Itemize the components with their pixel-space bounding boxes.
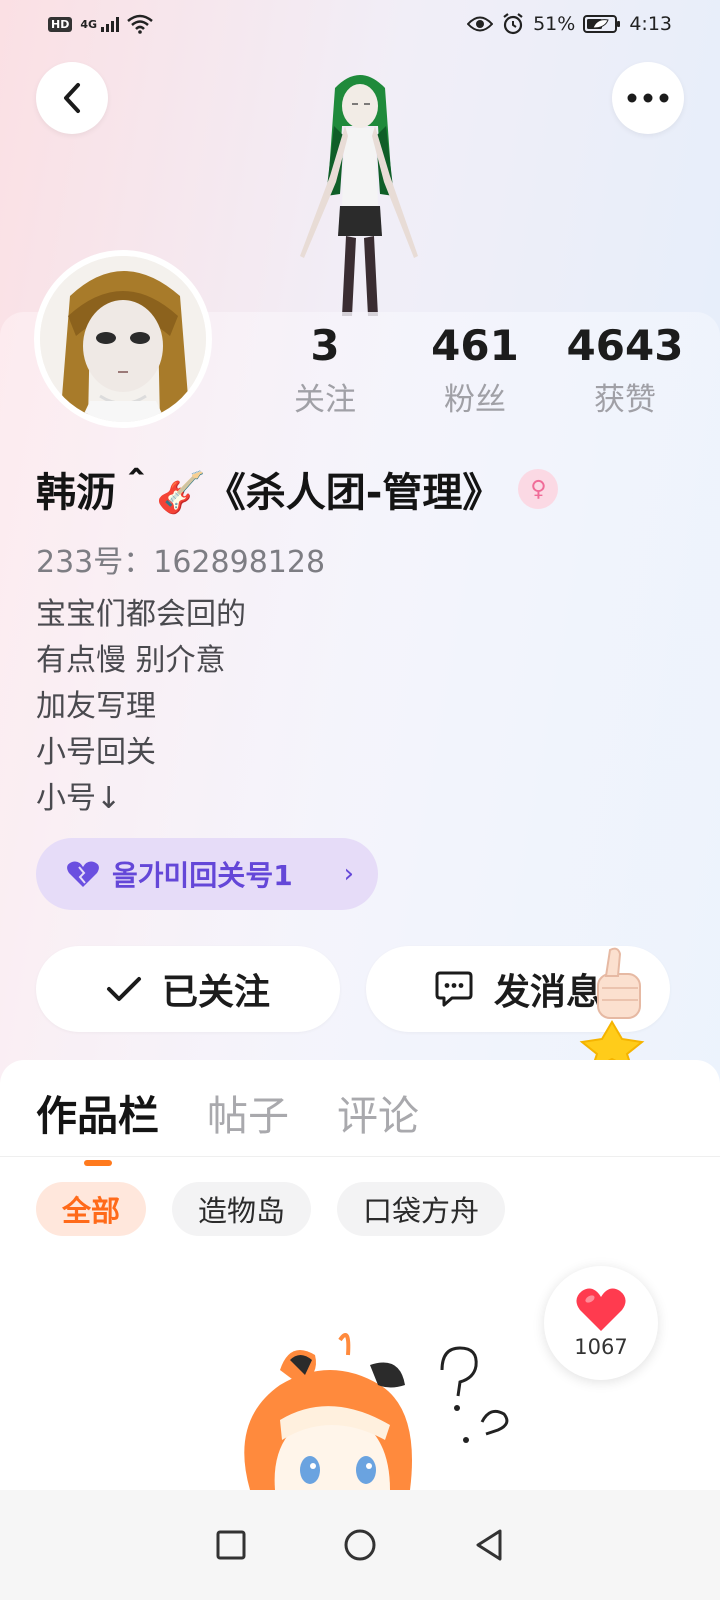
- bio-line: 小号回关: [36, 735, 156, 770]
- user-id[interactable]: 233号：162898128: [36, 537, 325, 581]
- signal-icon: [101, 16, 120, 32]
- following-button-label: 已关注: [161, 972, 270, 1013]
- more-dots-icon: [627, 93, 669, 103]
- tab-comments[interactable]: 评论: [337, 1082, 419, 1142]
- back-triangle-icon[interactable]: [473, 1528, 505, 1562]
- tab-label: 作品栏: [36, 1092, 159, 1140]
- bio-line: 小号↓: [36, 781, 122, 816]
- eye-icon: [467, 16, 494, 32]
- empty-state-character-image: [244, 1333, 509, 1490]
- stat-value: 3: [310, 321, 340, 370]
- stat-value: 4643: [566, 321, 684, 370]
- filter-all[interactable]: 全部: [36, 1182, 147, 1236]
- tab-posts[interactable]: 帖子: [207, 1082, 289, 1142]
- filter-creation-island[interactable]: 造物岛: [172, 1182, 312, 1236]
- female-gender-icon: ♀: [518, 469, 559, 509]
- clock-time: 4:13: [629, 13, 672, 35]
- stat-label: 关注: [294, 382, 356, 418]
- filter-pocket-ark[interactable]: 口袋方舟: [337, 1182, 506, 1236]
- back-button[interactable]: [36, 62, 108, 134]
- chevron-right-icon: ›: [343, 859, 354, 889]
- checkmark-icon: [106, 977, 141, 1001]
- home-icon[interactable]: [343, 1528, 377, 1562]
- chevron-left-icon: [64, 83, 80, 113]
- linked-account-chip[interactable]: 올가미回关号1 ›: [36, 838, 378, 910]
- stat-value: 461: [431, 321, 519, 370]
- status-left: HD 4G: [48, 14, 153, 34]
- stat-likes[interactable]: 4643 获赞: [550, 318, 700, 426]
- tab-label: 帖子: [207, 1092, 289, 1140]
- avatar[interactable]: [34, 250, 212, 428]
- alarm-icon: [503, 13, 523, 35]
- filter-chips: 全部 造物岛 口袋方舟: [36, 1182, 506, 1236]
- battery-percent: 51%: [533, 13, 576, 35]
- nickname: 韩沥＾🎸《杀人团-管理》: [36, 470, 503, 516]
- bio: 宝宝们都会回的 有点慢 别介意 加友写理 小号回关 小号↓: [36, 592, 246, 822]
- profile-stats: 3 关注 461 粉丝 4643 获赞: [250, 318, 700, 426]
- following-button[interactable]: 已关注: [36, 946, 340, 1032]
- tab-label: 评论: [337, 1092, 419, 1140]
- stat-followers[interactable]: 461 粉丝: [400, 318, 550, 426]
- recent-apps-icon[interactable]: [215, 1529, 247, 1561]
- tabs-divider: [0, 1156, 720, 1157]
- like-count: 1067: [574, 1335, 628, 1359]
- heart-icon: [576, 1288, 626, 1331]
- tab-works[interactable]: 作品栏: [36, 1082, 159, 1166]
- active-tab-indicator: [83, 1160, 112, 1166]
- stat-following[interactable]: 3 关注: [250, 318, 400, 426]
- chat-bubble-icon: [435, 971, 473, 1007]
- network-type: 4G: [80, 17, 98, 31]
- hd-badge: HD: [48, 16, 73, 32]
- wifi-icon: [127, 14, 153, 34]
- bio-line: 宝宝们都会回的: [36, 597, 246, 632]
- battery-icon: [583, 15, 621, 33]
- avatar-image: [40, 256, 206, 422]
- nickname-row: 韩沥＾🎸《杀人团-管理》 ♀: [36, 460, 559, 518]
- system-navigation-bar: [0, 1490, 720, 1600]
- bio-line: 加友写理: [36, 689, 156, 724]
- bio-line: 有点慢 别介意: [36, 643, 226, 678]
- linked-account-label: 올가미回关号1: [112, 859, 293, 892]
- cover-character-image: [300, 75, 418, 316]
- content-tabs: 作品栏 帖子 评论: [36, 1082, 419, 1166]
- more-button[interactable]: [612, 62, 684, 134]
- status-right: 51% 4:13: [467, 12, 672, 36]
- purple-heart-icon: [67, 861, 99, 887]
- thumbs-up-sticker-icon: [579, 947, 645, 1069]
- stat-label: 获赞: [594, 382, 656, 418]
- like-float-button[interactable]: 1067: [544, 1266, 658, 1380]
- stat-label: 粉丝: [444, 382, 506, 418]
- status-bar: HD 4G 51% 4:13: [0, 0, 720, 48]
